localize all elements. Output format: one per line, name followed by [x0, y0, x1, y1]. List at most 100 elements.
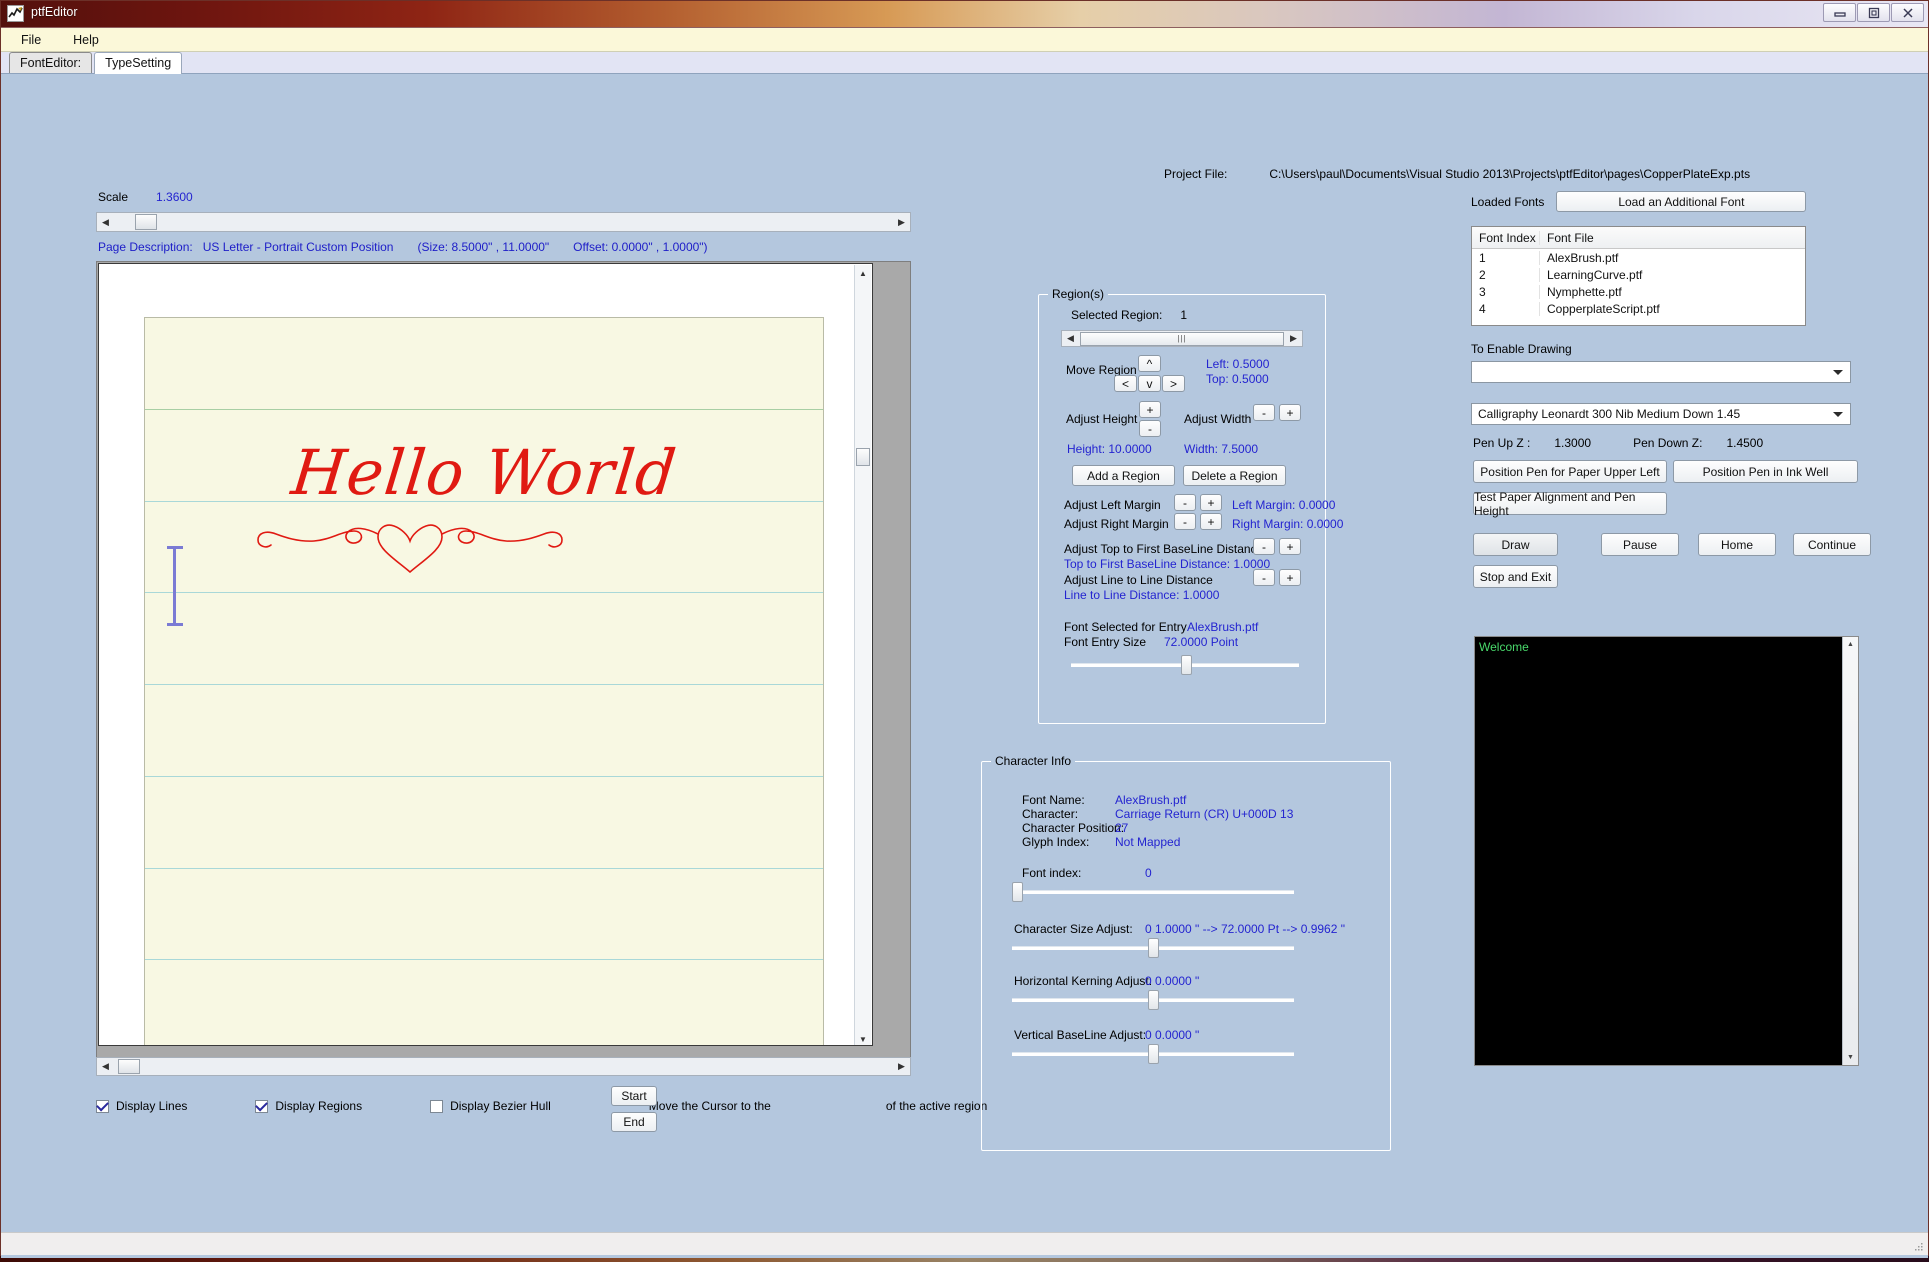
move-region-down-button[interactable]: v: [1138, 375, 1161, 392]
character-position-value: 27: [1115, 821, 1129, 835]
tab-typesetting[interactable]: TypeSetting: [94, 52, 183, 74]
console-scrollbar[interactable]: ▲ ▼: [1842, 637, 1858, 1065]
draw-button[interactable]: Draw: [1473, 533, 1558, 556]
line-to-line-increase-button[interactable]: +: [1279, 569, 1301, 586]
region-selector-scrollbar[interactable]: ◀ ||| ▶: [1061, 330, 1303, 347]
close-button[interactable]: [1891, 3, 1924, 22]
right-margin-decrease-button[interactable]: -: [1174, 513, 1196, 530]
font-file-cell: AlexBrush.ptf: [1547, 250, 1619, 265]
window-controls: [1822, 3, 1924, 22]
checkbox-display-regions[interactable]: Display Regions: [255, 1099, 362, 1113]
region-scroll-left-arrow-icon[interactable]: ◀: [1062, 330, 1079, 348]
scale-scroll-thumb[interactable]: [135, 214, 157, 230]
character-size-slider[interactable]: [1012, 936, 1294, 958]
enable-drawing-combobox[interactable]: [1471, 361, 1851, 383]
canvas-vertical-scrollbar[interactable]: ▲ ▼: [854, 265, 871, 1045]
scale-scroll-left-arrow-icon[interactable]: ◀: [97, 213, 114, 231]
top-baseline-increase-button[interactable]: +: [1279, 538, 1301, 555]
region-scroll-right-arrow-icon[interactable]: ▶: [1285, 330, 1302, 348]
menu-item-file[interactable]: File: [15, 31, 47, 49]
region-paper-area[interactable]: Hello World: [144, 317, 824, 1045]
font-index-slider[interactable]: [1012, 880, 1294, 902]
top-baseline-decrease-button[interactable]: -: [1253, 538, 1275, 555]
console-scroll-up-arrow-icon[interactable]: ▲: [1843, 637, 1858, 652]
scale-scroll-right-arrow-icon[interactable]: ▶: [893, 213, 910, 231]
stop-and-exit-button[interactable]: Stop and Exit: [1473, 565, 1558, 588]
canvas-horizontal-scrollbar[interactable]: ◀ ▶: [96, 1057, 911, 1076]
pen-z-row: Pen Up Z : 1.3000 Pen Down Z: 1.4500: [1473, 436, 1763, 450]
line-to-line-decrease-button[interactable]: -: [1253, 569, 1275, 586]
width-decrease-button[interactable]: -: [1253, 404, 1275, 421]
canvas-hscroll-thumb[interactable]: [118, 1059, 140, 1074]
vertical-baseline-slider[interactable]: [1012, 1042, 1294, 1064]
add-region-button[interactable]: Add a Region: [1072, 465, 1175, 486]
move-region-up-button[interactable]: ^: [1138, 355, 1161, 372]
checkbox-display-lines[interactable]: Display Lines: [96, 1099, 187, 1113]
character-size-adjust-label: Character Size Adjust:: [1014, 922, 1133, 936]
character-size-slider-thumb[interactable]: [1148, 938, 1159, 958]
home-button[interactable]: Home: [1698, 533, 1776, 556]
move-region-right-button[interactable]: >: [1162, 375, 1185, 392]
pen-down-z-label: Pen Down Z:: [1633, 436, 1703, 450]
table-row[interactable]: 4 CopperplateScript.ptf: [1472, 300, 1805, 317]
height-decrease-button[interactable]: -: [1139, 420, 1161, 437]
region-scroll-thumb[interactable]: |||: [1080, 331, 1284, 346]
resize-grip-icon[interactable]: [1912, 1241, 1924, 1253]
checkbox-display-bezier-hull[interactable]: Display Bezier Hull: [430, 1099, 551, 1113]
menu-item-help[interactable]: Help: [67, 31, 105, 49]
continue-button[interactable]: Continue: [1793, 533, 1871, 556]
height-increase-button[interactable]: +: [1139, 401, 1161, 418]
maximize-button[interactable]: [1857, 3, 1890, 22]
right-margin-increase-button[interactable]: +: [1200, 513, 1222, 530]
canvas-vscroll-thumb[interactable]: [856, 448, 870, 466]
top-baseline-value: Top to First BaseLine Distance: 1.0000: [1064, 557, 1271, 571]
console-output-panel[interactable]: Welcome ▲ ▼: [1474, 636, 1859, 1066]
pen-profile-combobox[interactable]: Calligraphy Leonardt 300 Nib Medium Down…: [1471, 403, 1851, 425]
test-paper-alignment-button[interactable]: Test Paper Alignment and Pen Height: [1473, 490, 1667, 518]
font-index-slider-thumb[interactable]: [1012, 882, 1023, 902]
hscroll-left-arrow-icon[interactable]: ◀: [97, 1058, 114, 1076]
position-pen-upper-left-button[interactable]: Position Pen for Paper Upper Left: [1473, 460, 1667, 483]
table-row[interactable]: 1 AlexBrush.ptf: [1472, 249, 1805, 266]
table-row[interactable]: 2 LearningCurve.ptf: [1472, 266, 1805, 283]
scroll-down-arrow-icon[interactable]: ▼: [855, 1031, 871, 1045]
cursor-move-buttons: Start End: [611, 1086, 657, 1138]
font-size-slider-thumb[interactable]: [1181, 655, 1192, 675]
start-button[interactable]: Start: [611, 1086, 657, 1106]
tab-strip: FontEditor: TypeSetting: [1, 52, 1928, 74]
loaded-fonts-table[interactable]: Font Index Font File 1 AlexBrush.ptf 2 L…: [1471, 226, 1806, 326]
kerning-slider-thumb[interactable]: [1148, 990, 1159, 1010]
canvas-viewport: Hello World ▲ ▼: [96, 261, 911, 1068]
load-additional-font-button[interactable]: Load an Additional Font: [1556, 191, 1807, 212]
console-scroll-down-arrow-icon[interactable]: ▼: [1843, 1050, 1858, 1065]
table-row[interactable]: 3 Nymphette.ptf: [1472, 283, 1805, 300]
scale-scrollbar[interactable]: ◀ ▶: [96, 212, 911, 232]
display-regions-checkbox-box[interactable]: [255, 1099, 269, 1113]
display-lines-checkbox-box[interactable]: [96, 1099, 109, 1113]
tab-fonteditor[interactable]: FontEditor:: [9, 52, 93, 73]
minimize-button[interactable]: [1823, 3, 1856, 22]
title-bar: ptfEditor: [1, 1, 1928, 28]
region-width-value: Width: 7.5000: [1184, 442, 1259, 456]
move-region-left-button[interactable]: <: [1114, 375, 1137, 392]
font-entry-size-slider[interactable]: [1071, 653, 1299, 675]
left-margin-decrease-button[interactable]: -: [1174, 494, 1196, 511]
width-increase-button[interactable]: +: [1279, 404, 1301, 421]
scroll-up-arrow-icon[interactable]: ▲: [855, 265, 871, 282]
delete-region-button[interactable]: Delete a Region: [1183, 465, 1286, 486]
baseline-slider-thumb[interactable]: [1148, 1044, 1159, 1064]
chevron-down-icon[interactable]: [1833, 370, 1843, 375]
column-header-font-file: Font File: [1547, 230, 1594, 245]
chevron-down-icon[interactable]: [1833, 412, 1843, 417]
display-regions-label: Display Regions: [275, 1099, 363, 1113]
display-bezier-hull-checkbox-box[interactable]: [430, 1099, 444, 1113]
horizontal-kerning-slider[interactable]: [1012, 988, 1294, 1010]
left-margin-increase-button[interactable]: +: [1200, 494, 1222, 511]
pause-button[interactable]: Pause: [1601, 533, 1679, 556]
hscroll-right-arrow-icon[interactable]: ▶: [893, 1058, 910, 1076]
end-button[interactable]: End: [611, 1112, 657, 1132]
page-preview[interactable]: Hello World ▲ ▼: [98, 263, 873, 1046]
position-pen-ink-well-button[interactable]: Position Pen in Ink Well: [1673, 460, 1858, 483]
character-label: Character:: [1022, 807, 1079, 821]
status-bar: [1, 1232, 1928, 1255]
